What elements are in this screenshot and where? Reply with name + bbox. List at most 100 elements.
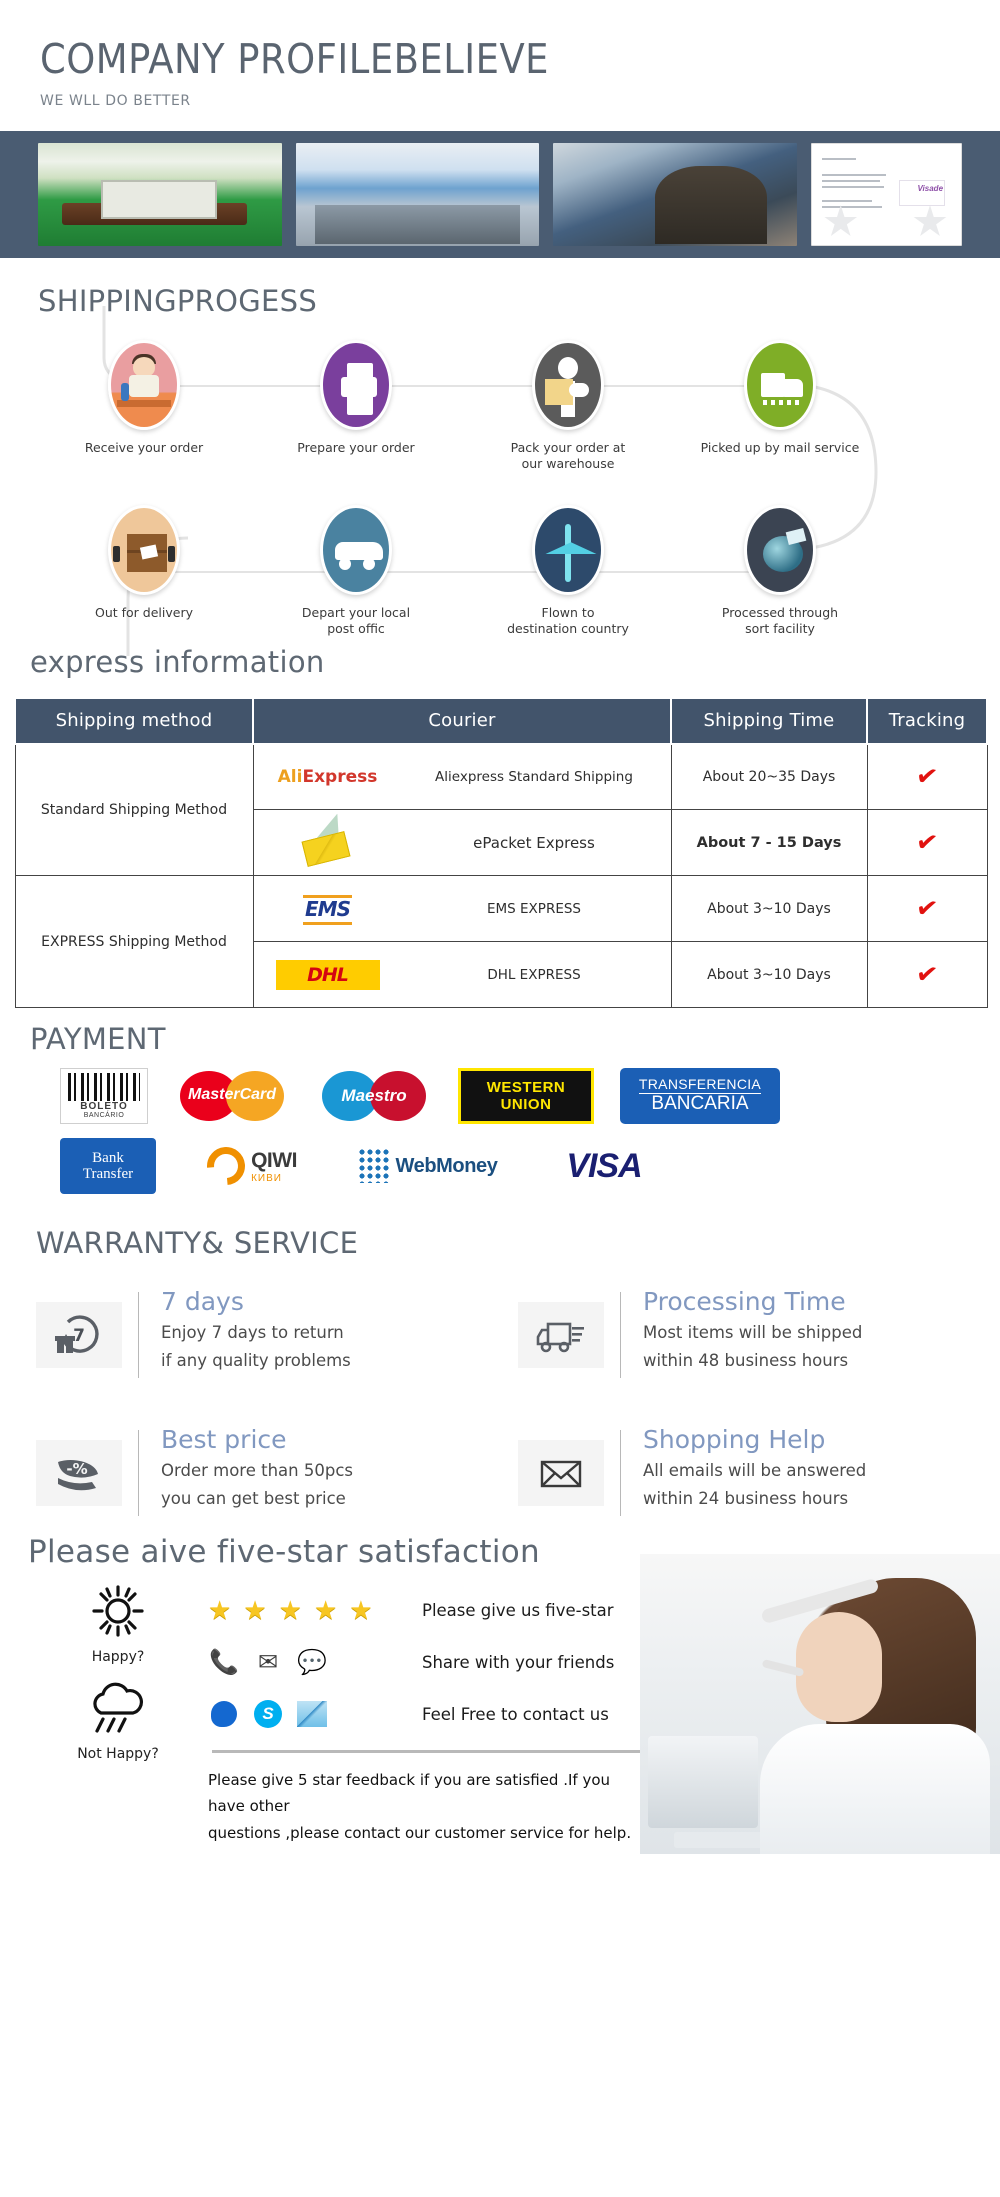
step-label: Flown to destination country <box>507 605 629 636</box>
table-row: EXPRESS Shipping Method EMS EMS EXPRESS … <box>14 875 988 1009</box>
star-icon[interactable]: ★ <box>314 1597 337 1623</box>
warranty-line1: All emails will be answered <box>643 1461 867 1481</box>
payment-row-1: BOLETO BANCÁRIO MasterCard Maestro WESTE… <box>30 1068 1000 1125</box>
rain-cloud-icon <box>93 1682 143 1733</box>
certificate-photo: Visade <box>810 143 963 247</box>
payment-section: PAYMENT BOLETO BANCÁRIO MasterCard Maest… <box>0 1008 1000 1195</box>
airplane-icon <box>532 505 604 596</box>
ems-logo: EMS <box>262 887 394 931</box>
visa-logo: VISA <box>534 1138 674 1194</box>
step-flown-to-destination: Flown to destination country <box>462 505 674 636</box>
email-icon[interactable] <box>296 1699 328 1729</box>
step-label: Processed through sort facility <box>721 605 839 636</box>
column-shipping-time: Shipping Time <box>670 696 868 745</box>
chat-icon[interactable]: 💬 <box>296 1647 328 1677</box>
maestro-logo: Maestro <box>316 1068 432 1124</box>
warranty-line1: Most items will be shipped <box>643 1323 863 1343</box>
star-icon[interactable]: ★ <box>208 1597 231 1623</box>
discount-tag-icon: -% <box>36 1440 122 1507</box>
feedback-note-line2: questions ,please contact our customer s… <box>208 1823 632 1842</box>
warranty-line2: you can get best price <box>161 1489 346 1509</box>
step-prepare-order: Prepare your order <box>250 340 462 471</box>
star-icon[interactable]: ★ <box>349 1597 372 1623</box>
package-box-icon <box>108 505 180 596</box>
column-tracking: Tracking <box>866 696 988 745</box>
tb-line2: BANCARIA <box>651 1092 749 1114</box>
bank-line1: Bank <box>92 1149 124 1166</box>
shipping-time: About 20~35 Days <box>670 743 868 811</box>
payment-logos: BOLETO BANCÁRIO MasterCard Maestro WESTE… <box>30 1068 1000 1195</box>
courier-aliexpress: AliExpress Aliexpress Standard Shipping <box>252 743 672 811</box>
maestro-text: Maestro <box>341 1086 407 1106</box>
tracking-cell: ✔ <box>866 809 988 877</box>
courier-name: ePacket Express <box>473 833 595 852</box>
courier-ems: EMS EMS EXPRESS <box>252 875 672 943</box>
express-table-wrapper: Shipping method Courier Shipping Time Tr… <box>0 696 1000 1009</box>
step-label: Pack your order at our warehouse <box>510 440 626 471</box>
mood-label: Not Happy? <box>77 1746 159 1763</box>
webmoney-logo: WebMoney <box>348 1138 508 1194</box>
step-depart-post-office: Depart your local post offic <box>250 505 462 636</box>
warranty-item-shopping-help: Shopping Help All emails will be answere… <box>518 1424 1000 1517</box>
shipping-time: About 3~10 Days <box>670 941 868 1009</box>
feedback-label: Please give us five-star <box>422 1600 614 1620</box>
method-express: EXPRESS Shipping Method <box>14 875 254 1009</box>
feedback-label: Feel Free to contact us <box>422 1704 609 1724</box>
step-processed-sort-facility: Processed through sort facility <box>674 505 886 636</box>
column-courier: Courier <box>252 696 672 745</box>
shipping-time: About 7 - 15 Days <box>670 809 868 877</box>
step-out-for-delivery: Out for delivery <box>38 505 250 636</box>
epacket-logo <box>262 821 394 867</box>
star-rating[interactable]: ★ ★ ★ ★ ★ <box>208 1597 408 1623</box>
dhl-logo: DHL <box>262 953 394 997</box>
divider <box>138 1430 139 1517</box>
check-icon: ✔ <box>914 892 940 925</box>
warranty-item-7-days: 7 7 days Enjoy 7 days to return if any q… <box>36 1286 518 1379</box>
divider <box>212 1750 642 1754</box>
visa-text: VISA <box>566 1146 642 1185</box>
courier-name: Aliexpress Standard Shipping <box>435 768 633 785</box>
mail-icon[interactable]: ✉ <box>252 1647 284 1677</box>
customer-service-agent-photo <box>640 1553 1000 1854</box>
aliexpress-logo: AliExpress <box>277 766 378 787</box>
boleto-bancario-logo: BOLETO BANCÁRIO <box>60 1068 148 1125</box>
feedback-label: Share with your friends <box>422 1652 615 1672</box>
method-standard: Standard Shipping Method <box>14 743 254 877</box>
western-union-logo: WESTERN UNION <box>458 1068 594 1125</box>
courier-epacket: ePacket Express <box>252 809 672 877</box>
messenger-icon[interactable] <box>208 1699 240 1729</box>
step-picked-up: Picked up by mail service <box>674 340 886 471</box>
mood-label: Happy? <box>91 1649 145 1666</box>
qiwi-sub: КИВИ <box>251 1172 282 1184</box>
boleto-line1: BOLETO <box>80 1101 128 1113</box>
globe-sorting-icon <box>744 505 816 596</box>
skype-icon[interactable]: S <box>252 1699 284 1729</box>
qiwi-logo: QIWI КИВИ <box>182 1138 322 1194</box>
tracking-cell: ✔ <box>866 875 988 943</box>
phone-icon[interactable]: 📞 <box>208 1647 240 1677</box>
transferencia-bancaria-logo: TRANSFERENCIA BANCARIA <box>620 1068 780 1125</box>
delivery-truck-icon <box>518 1302 604 1369</box>
payment-title: PAYMENT <box>30 1022 166 1057</box>
person-receiving-order-icon <box>108 340 180 431</box>
five-star-section: Please aive five-star satisfaction Happy… <box>0 1516 1000 1854</box>
warranty-title: WARRANTY& SERVICE <box>36 1226 359 1261</box>
page-title: COMPANY PROFILEBELIEVE <box>40 35 549 83</box>
printer-icon <box>320 340 392 431</box>
office-photo <box>295 143 540 247</box>
star-icon[interactable]: ★ <box>279 1597 302 1623</box>
shipping-methods-table: Shipping method Courier Shipping Time Tr… <box>14 696 988 1009</box>
shipping-progress-section: SHIPPINGPROGESS Receive your order Prepa… <box>0 258 1000 657</box>
step-label: Receive your order <box>84 440 204 456</box>
production-line-photo <box>553 143 797 247</box>
check-icon: ✔ <box>914 826 940 859</box>
star-icon[interactable]: ★ <box>243 1597 266 1623</box>
warranty-grid: 7 7 days Enjoy 7 days to return if any q… <box>36 1286 1000 1517</box>
showroom-photo <box>38 143 282 247</box>
step-label: Depart your local post offic <box>301 605 411 636</box>
table-header-row: Shipping method Courier Shipping Time Tr… <box>14 696 988 745</box>
warranty-line2: within 48 business hours <box>643 1351 849 1371</box>
courier-dhl: DHL DHL EXPRESS <box>252 941 672 1009</box>
warranty-item-processing-time: Processing Time Most items will be shipp… <box>518 1286 1000 1379</box>
warranty-line2: if any quality problems <box>161 1351 351 1371</box>
